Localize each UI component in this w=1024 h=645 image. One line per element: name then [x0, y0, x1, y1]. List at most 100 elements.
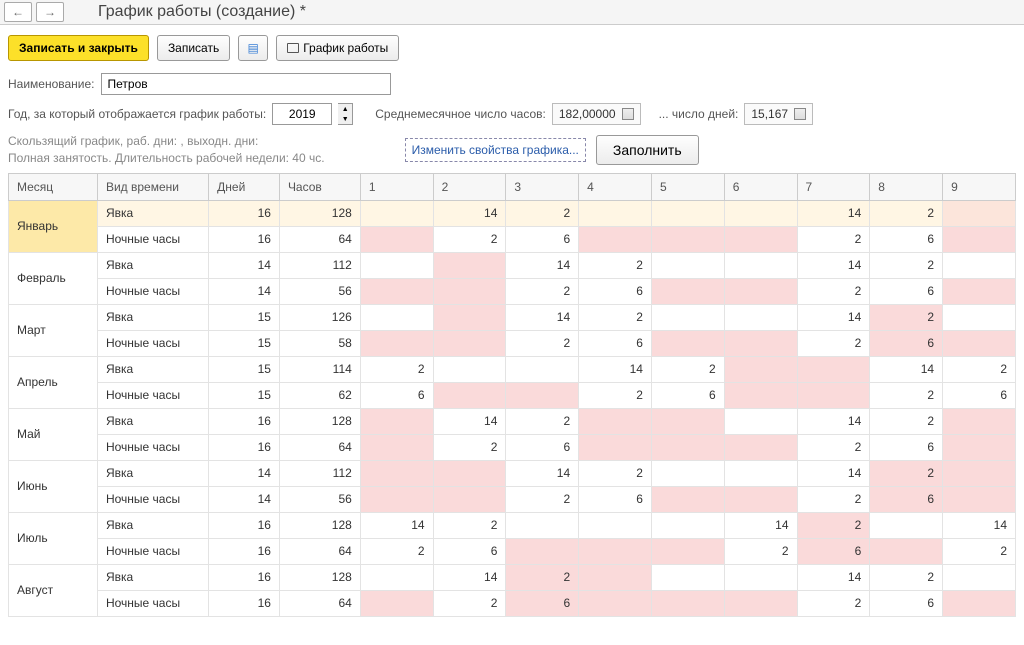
nav-forward-button[interactable]: →: [36, 2, 64, 22]
day-cell[interactable]: [360, 408, 433, 434]
days-cell[interactable]: 16: [209, 226, 280, 252]
day-cell[interactable]: [651, 200, 724, 226]
day-cell[interactable]: 6: [651, 382, 724, 408]
day-cell[interactable]: [651, 564, 724, 590]
day-cell[interactable]: 14: [870, 356, 943, 382]
table-row[interactable]: Ночные часы166426262: [9, 538, 1016, 564]
day-cell[interactable]: [724, 460, 797, 486]
month-cell[interactable]: Февраль: [9, 252, 98, 304]
table-row[interactable]: Ночные часы14562626: [9, 486, 1016, 512]
table-row[interactable]: Ночные часы15582626: [9, 330, 1016, 356]
time-type-cell[interactable]: Явка: [97, 460, 208, 486]
day-cell[interactable]: 6: [579, 278, 652, 304]
table-row[interactable]: МайЯвка16128142142: [9, 408, 1016, 434]
day-cell[interactable]: [433, 356, 506, 382]
month-cell[interactable]: Январь: [9, 200, 98, 252]
day-cell[interactable]: 2: [797, 330, 870, 356]
day-cell[interactable]: 2: [360, 356, 433, 382]
day-cell[interactable]: [579, 200, 652, 226]
day-cell[interactable]: 2: [579, 382, 652, 408]
day-cell[interactable]: [506, 512, 579, 538]
col-day-9[interactable]: 9: [943, 173, 1016, 200]
day-cell[interactable]: 2: [579, 304, 652, 330]
days-cell[interactable]: 16: [209, 434, 280, 460]
day-cell[interactable]: 6: [579, 330, 652, 356]
day-cell[interactable]: 14: [797, 564, 870, 590]
col-hours[interactable]: Часов: [279, 173, 360, 200]
days-cell[interactable]: 14: [209, 460, 280, 486]
col-day-4[interactable]: 4: [579, 173, 652, 200]
day-cell[interactable]: 2: [797, 278, 870, 304]
day-cell[interactable]: 14: [797, 460, 870, 486]
day-cell[interactable]: 2: [943, 538, 1016, 564]
day-cell[interactable]: [651, 330, 724, 356]
day-cell[interactable]: [433, 486, 506, 512]
name-input[interactable]: [101, 73, 391, 95]
day-cell[interactable]: 14: [360, 512, 433, 538]
day-cell[interactable]: [943, 252, 1016, 278]
table-row[interactable]: АвгустЯвка16128142142: [9, 564, 1016, 590]
month-cell[interactable]: Август: [9, 564, 98, 616]
day-cell[interactable]: 14: [433, 564, 506, 590]
day-cell[interactable]: [724, 590, 797, 616]
table-row[interactable]: Ночные часы16642626: [9, 590, 1016, 616]
day-cell[interactable]: 6: [506, 434, 579, 460]
day-cell[interactable]: [360, 460, 433, 486]
days-cell[interactable]: 16: [209, 512, 280, 538]
day-cell[interactable]: [943, 278, 1016, 304]
year-up-button[interactable]: ▲: [338, 104, 352, 114]
day-cell[interactable]: 14: [943, 512, 1016, 538]
day-cell[interactable]: [943, 486, 1016, 512]
day-cell[interactable]: [943, 590, 1016, 616]
day-cell[interactable]: 6: [579, 486, 652, 512]
days-cell[interactable]: 15: [209, 356, 280, 382]
day-cell[interactable]: 6: [360, 382, 433, 408]
day-cell[interactable]: [943, 460, 1016, 486]
day-cell[interactable]: 6: [943, 382, 1016, 408]
time-type-cell[interactable]: Ночные часы: [97, 382, 208, 408]
table-row[interactable]: ЯнварьЯвка16128142142: [9, 200, 1016, 226]
day-cell[interactable]: 6: [870, 434, 943, 460]
day-cell[interactable]: [360, 564, 433, 590]
day-cell[interactable]: 6: [433, 538, 506, 564]
hours-cell[interactable]: 128: [279, 200, 360, 226]
day-cell[interactable]: 2: [870, 564, 943, 590]
day-cell[interactable]: 2: [506, 408, 579, 434]
day-cell[interactable]: [579, 538, 652, 564]
hours-cell[interactable]: 128: [279, 564, 360, 590]
time-type-cell[interactable]: Явка: [97, 304, 208, 330]
day-cell[interactable]: 2: [506, 564, 579, 590]
day-cell[interactable]: 14: [724, 512, 797, 538]
day-cell[interactable]: [724, 330, 797, 356]
day-cell[interactable]: [797, 382, 870, 408]
day-cell[interactable]: [360, 226, 433, 252]
day-cell[interactable]: [943, 564, 1016, 590]
day-cell[interactable]: [870, 538, 943, 564]
day-cell[interactable]: [943, 434, 1016, 460]
days-cell[interactable]: 16: [209, 590, 280, 616]
day-cell[interactable]: 2: [506, 278, 579, 304]
hours-cell[interactable]: 112: [279, 252, 360, 278]
table-row[interactable]: Ночные часы14562626: [9, 278, 1016, 304]
day-cell[interactable]: 6: [870, 330, 943, 356]
day-cell[interactable]: 2: [870, 408, 943, 434]
day-cell[interactable]: 2: [797, 226, 870, 252]
fill-button[interactable]: Заполнить: [596, 135, 699, 165]
day-cell[interactable]: 14: [433, 200, 506, 226]
col-time-type[interactable]: Вид времени: [97, 173, 208, 200]
day-cell[interactable]: 14: [433, 408, 506, 434]
time-type-cell[interactable]: Явка: [97, 564, 208, 590]
days-cell[interactable]: 14: [209, 278, 280, 304]
day-cell[interactable]: [724, 564, 797, 590]
time-type-cell[interactable]: Явка: [97, 252, 208, 278]
save-button[interactable]: Записать: [157, 35, 230, 61]
month-cell[interactable]: Июнь: [9, 460, 98, 512]
time-type-cell[interactable]: Явка: [97, 512, 208, 538]
day-cell[interactable]: 2: [579, 460, 652, 486]
calc-icon[interactable]: [794, 108, 806, 120]
day-cell[interactable]: [506, 382, 579, 408]
change-properties-link[interactable]: Изменить свойства графика...: [405, 138, 586, 162]
days-cell[interactable]: 15: [209, 304, 280, 330]
day-cell[interactable]: [579, 408, 652, 434]
year-down-button[interactable]: ▼: [338, 114, 352, 124]
